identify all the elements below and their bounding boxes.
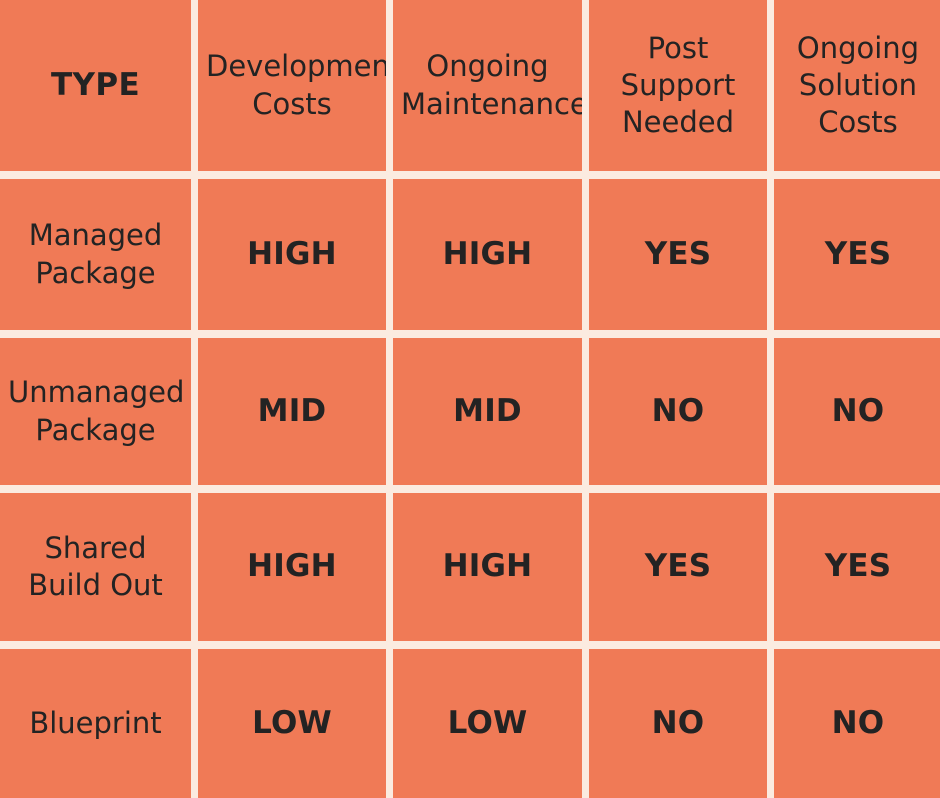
cell-value-text: YES [644, 548, 712, 585]
table-cell-ongoing-maintenance: MID [393, 338, 582, 485]
row-label-text: Shared Build Out [28, 530, 163, 602]
column-header-ongoing-solution-costs: Ongoing Solution Costs [774, 0, 940, 171]
column-header-ongoing-solution-costs-label: Ongoing Solution Costs [796, 30, 920, 140]
cell-value-text: HIGH [247, 548, 337, 585]
table-cell-post-support-needed: YES [589, 179, 767, 330]
column-header-development-costs: Development Costs [198, 0, 386, 171]
table-cell-development-costs: HIGH [198, 493, 386, 641]
table-row-type-label: Blueprint [0, 649, 191, 798]
table-cell-development-costs: HIGH [198, 179, 386, 330]
column-header-post-support-needed-label: Post Support Needed [620, 30, 736, 140]
cell-value-text: YES [824, 235, 892, 272]
cell-value-text: MID [453, 392, 522, 429]
cell-value-text: HIGH [442, 235, 533, 272]
cell-value-text: YES [824, 548, 892, 585]
table-cell-ongoing-maintenance: HIGH [393, 179, 582, 330]
cell-value-text: HIGH [247, 235, 337, 272]
cell-value-text: NO [831, 704, 885, 741]
column-header-ongoing-maintenance-label: Ongoing Maintenance [401, 49, 582, 121]
table-cell-post-support-needed: NO [589, 338, 767, 485]
comparison-table: TYPE Development Costs Ongoing Maintenan… [0, 0, 940, 798]
column-header-ongoing-maintenance: Ongoing Maintenance [393, 0, 582, 171]
cell-value-text: MID [257, 392, 327, 429]
table-cell-ongoing-maintenance: HIGH [393, 493, 582, 641]
cell-value-text: NO [651, 704, 705, 741]
table-cell-ongoing-solution-costs: NO [774, 338, 940, 485]
table-cell-ongoing-maintenance: LOW [393, 649, 582, 798]
table-cell-ongoing-solution-costs: YES [774, 179, 940, 330]
row-label-text: Unmanaged Package [8, 375, 185, 447]
table-cell-post-support-needed: NO [589, 649, 767, 798]
table-cell-development-costs: LOW [198, 649, 386, 798]
column-header-development-costs-label: Development Costs [206, 49, 386, 121]
column-header-post-support-needed: Post Support Needed [589, 0, 767, 171]
column-header-type: TYPE [0, 0, 191, 171]
cell-value-text: LOW [447, 704, 528, 741]
table-cell-post-support-needed: YES [589, 493, 767, 641]
cell-value-text: LOW [252, 704, 332, 741]
table-row-type-label: Managed Package [0, 179, 191, 330]
cell-value-text: HIGH [442, 548, 533, 585]
table-cell-development-costs: MID [198, 338, 386, 485]
row-label-text: Blueprint [29, 705, 162, 740]
row-label-text: Managed Package [28, 218, 163, 290]
table-row-type-label: Shared Build Out [0, 493, 191, 641]
cell-value-text: YES [644, 235, 712, 272]
column-header-type-label: TYPE [50, 66, 141, 103]
cell-value-text: NO [831, 392, 885, 429]
table-row-type-label: Unmanaged Package [0, 338, 191, 485]
table-cell-ongoing-solution-costs: NO [774, 649, 940, 798]
cell-value-text: NO [651, 392, 705, 429]
table-cell-ongoing-solution-costs: YES [774, 493, 940, 641]
